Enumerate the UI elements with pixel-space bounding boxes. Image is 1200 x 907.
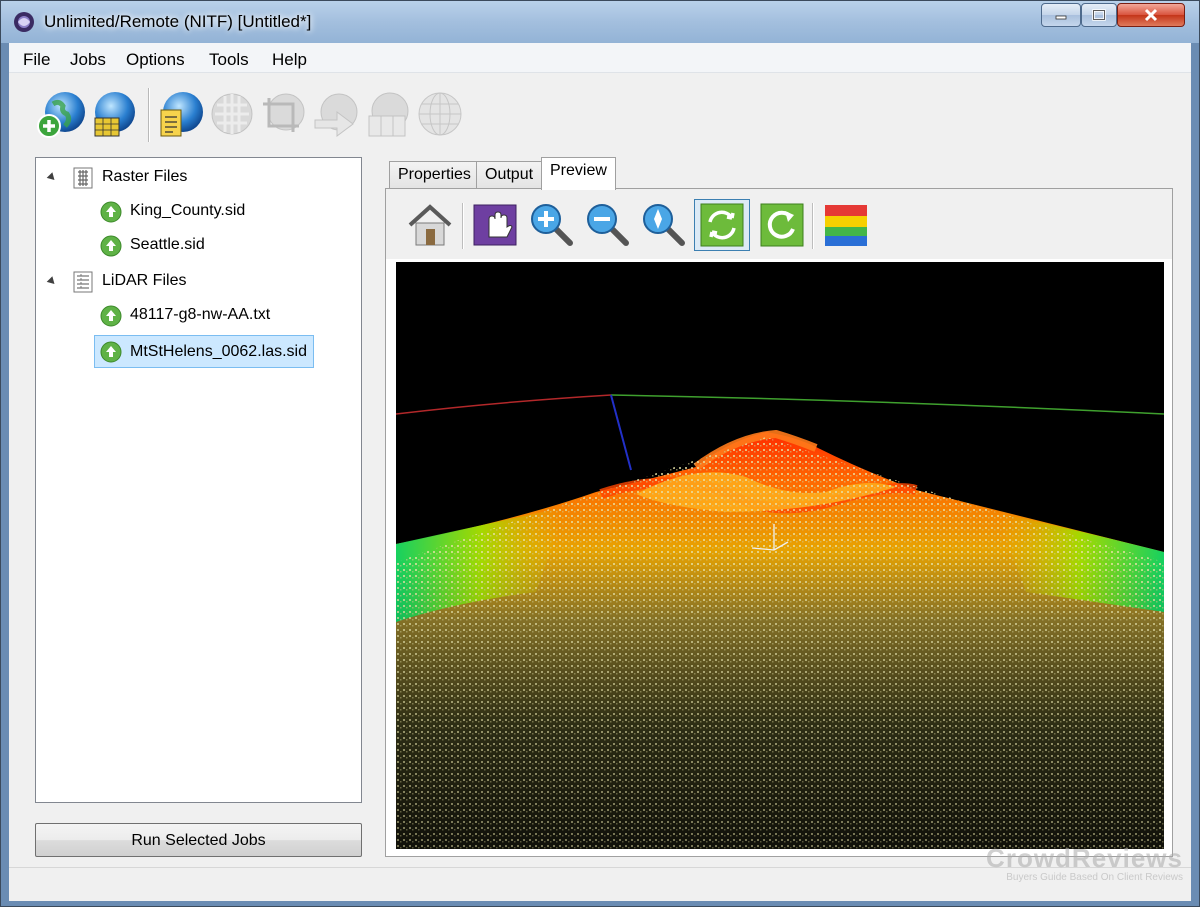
tree-item-label: MtStHelens_0062.las.sid <box>130 343 307 360</box>
raster-grid-icon <box>73 167 93 189</box>
menu-help[interactable]: Help <box>272 50 307 70</box>
toolbar-separator <box>462 203 464 249</box>
client-area: File Jobs Options Tools Help Raster File… <box>9 43 1191 901</box>
tree-group-raster[interactable]: Raster Files <box>36 163 356 193</box>
globe-grid-icon[interactable] <box>89 90 139 140</box>
job-tree: Raster Files King_County.sid Seattle.sid <box>35 157 362 803</box>
maximize-icon <box>1092 9 1106 21</box>
lidar-3d-viewport[interactable] <box>396 262 1164 849</box>
expand-arrow-icon[interactable] <box>46 172 58 183</box>
tree-item-label: 48117-g8-nw-AA.txt <box>130 306 271 323</box>
title-bar[interactable]: Unlimited/Remote (NITF) [Untitled*] <box>1 1 1199 43</box>
upload-arrow-icon <box>100 235 122 257</box>
tree-item[interactable]: Seattle.sid <box>36 231 356 261</box>
app-icon <box>14 12 34 32</box>
zoom-extent-icon[interactable] <box>638 199 690 251</box>
menu-file[interactable]: File <box>23 50 50 70</box>
zoom-out-icon[interactable] <box>582 199 634 251</box>
menu-options[interactable]: Options <box>126 50 185 70</box>
lidar-table-icon <box>73 271 93 293</box>
preview-toolbar <box>386 189 1172 259</box>
crop-globe-icon <box>263 93 305 132</box>
toolbar-separator <box>812 203 814 249</box>
add-globe-icon[interactable] <box>37 90 87 140</box>
menu-bar: File Jobs Options Tools Help <box>9 43 1191 73</box>
watermark: CrowdReviews Buyers Guide Based On Clien… <box>963 843 1183 883</box>
menu-tools[interactable]: Tools <box>209 50 249 70</box>
minimize-icon <box>1055 15 1067 20</box>
tree-item-label: Seattle.sid <box>130 236 205 253</box>
expand-arrow-icon[interactable] <box>46 276 58 287</box>
tree-item-label: King_County.sid <box>130 202 246 219</box>
minimize-button[interactable] <box>1041 3 1081 27</box>
upload-arrow-icon <box>100 341 122 363</box>
home-icon[interactable] <box>404 199 456 251</box>
tree-group-label: Raster Files <box>102 168 188 185</box>
tree-item[interactable]: King_County.sid <box>36 197 356 227</box>
run-selected-jobs-button[interactable]: Run Selected Jobs <box>35 823 362 857</box>
refresh-icon[interactable] <box>756 199 808 251</box>
grid-sphere-icon <box>418 92 462 136</box>
rotate-sync-button[interactable] <box>694 199 750 251</box>
tab-properties[interactable]: Properties <box>389 161 480 189</box>
tree-group-label: LiDAR Files <box>102 272 187 289</box>
menu-jobs[interactable]: Jobs <box>70 50 106 70</box>
preview-tab-panel <box>385 188 1173 857</box>
tree-item-selected[interactable]: MtStHelens_0062.las.sid <box>36 335 356 368</box>
upload-arrow-icon <box>100 201 122 223</box>
window-title: Unlimited/Remote (NITF) [Untitled*] <box>44 12 312 31</box>
tree-item[interactable]: 48117-g8-nw-AA.txt <box>36 301 356 331</box>
tab-preview[interactable]: Preview <box>541 157 616 190</box>
watermark-brand: CrowdReviews <box>986 843 1183 873</box>
globe-document-icon[interactable] <box>155 90 205 140</box>
toolbar-separator <box>148 88 150 142</box>
color-ramp-icon[interactable] <box>820 199 872 251</box>
tree-group-lidar[interactable]: LiDAR Files <box>36 267 356 297</box>
app-window: Unlimited/Remote (NITF) [Untitled*] File… <box>0 0 1200 907</box>
rotate-sync-icon <box>700 203 744 247</box>
maximize-button[interactable] <box>1081 3 1117 27</box>
close-icon <box>1144 8 1158 22</box>
tile-globe-icon <box>368 92 409 137</box>
export-globe-icon <box>314 93 358 137</box>
main-toolbar <box>9 74 1191 152</box>
close-button[interactable] <box>1117 3 1185 27</box>
point-cloud-render <box>396 262 1164 849</box>
upload-arrow-icon <box>100 305 122 327</box>
zoom-in-icon[interactable] <box>526 199 578 251</box>
mosaic-globe-icon <box>211 93 253 135</box>
tab-output[interactable]: Output <box>476 161 543 189</box>
pan-hand-icon[interactable] <box>470 199 522 251</box>
